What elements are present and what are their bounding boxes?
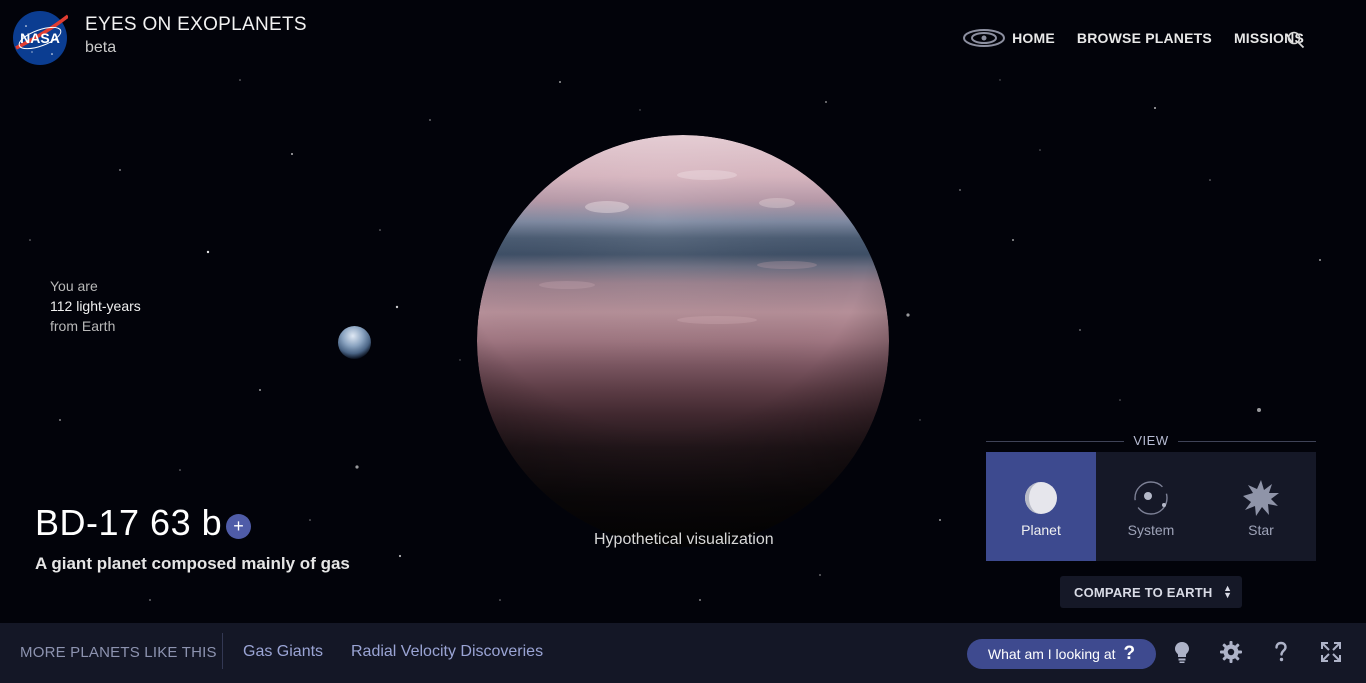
distance-readout: You are 112 light-years from Earth — [50, 276, 141, 336]
nav-home[interactable]: HOME — [1012, 30, 1055, 46]
nav-browse-planets[interactable]: BROWSE PLANETS — [1077, 30, 1212, 46]
gas-giant-render — [477, 135, 889, 547]
sort-arrows-icon: ▲ ▼ — [1223, 583, 1232, 600]
home-link-group[interactable]: HOME — [962, 26, 1055, 50]
search-icon[interactable] — [1286, 30, 1306, 50]
distance-line-1: You are — [50, 278, 98, 294]
planet-icon — [1025, 482, 1057, 514]
view-selector: Planet System Star — [986, 452, 1316, 561]
planet-visualization[interactable] — [477, 135, 889, 547]
bottom-divider — [222, 633, 223, 669]
earth-thumbnail[interactable] — [338, 326, 371, 359]
view-option-planet[interactable]: Planet — [986, 452, 1096, 561]
compare-to-earth-dropdown[interactable]: COMPARE TO EARTH ▲ ▼ — [1060, 576, 1242, 608]
bottom-bar: MORE PLANETS LIKE THIS Gas Giants Radial… — [0, 623, 1366, 683]
lightbulb-icon[interactable] — [1170, 640, 1194, 664]
galaxy-icon — [963, 29, 1006, 47]
view-option-system-label: System — [1127, 522, 1175, 538]
planet-name: BD-17 63 b — [35, 502, 223, 543]
app-subtitle: beta — [85, 39, 117, 56]
view-option-star[interactable]: Star — [1206, 452, 1316, 561]
add-to-list-button[interactable]: + — [226, 514, 251, 539]
exoplanet-viewer[interactable]: NASA EYES ON EXOPLANETS beta HOME BROWSE… — [0, 0, 1366, 683]
brand: EYES ON EXOPLANETS beta — [85, 14, 307, 57]
more-planets-label: MORE PLANETS LIKE THIS — [20, 644, 217, 661]
top-navigation: HOME BROWSE PLANETS MISSIONS — [962, 26, 1304, 50]
distance-value: 112 light-years — [50, 298, 141, 314]
view-option-planet-label: Planet — [1021, 522, 1061, 538]
star-burst-icon — [1243, 480, 1279, 516]
what-am-i-looking-at-button[interactable]: What am I looking at ? — [967, 639, 1156, 669]
gear-icon[interactable] — [1219, 640, 1243, 664]
category-link-gas-giants[interactable]: Gas Giants — [243, 643, 323, 661]
what-am-i-looking-at-label: What am I looking at — [987, 646, 1116, 662]
visualization-caption: Hypothetical visualization — [594, 531, 774, 548]
nasa-logo[interactable]: NASA — [12, 10, 68, 66]
view-label: VIEW — [1133, 433, 1169, 448]
question-icon: ? — [1123, 643, 1136, 664]
view-option-star-label: Star — [1248, 522, 1274, 538]
logo-text: NASA — [20, 30, 60, 46]
fullscreen-icon[interactable] — [1319, 640, 1343, 664]
view-option-system[interactable]: System — [1096, 452, 1206, 561]
planet-description: A giant planet composed mainly of gas — [35, 554, 350, 573]
compare-to-earth-label: COMPARE TO EARTH — [1074, 584, 1213, 600]
app-title: EYES ON EXOPLANETS — [85, 14, 307, 35]
category-link-radial-velocity[interactable]: Radial Velocity Discoveries — [351, 643, 543, 661]
help-icon[interactable] — [1269, 640, 1293, 664]
system-icon — [1134, 481, 1168, 515]
distance-line-3: from Earth — [50, 318, 116, 334]
